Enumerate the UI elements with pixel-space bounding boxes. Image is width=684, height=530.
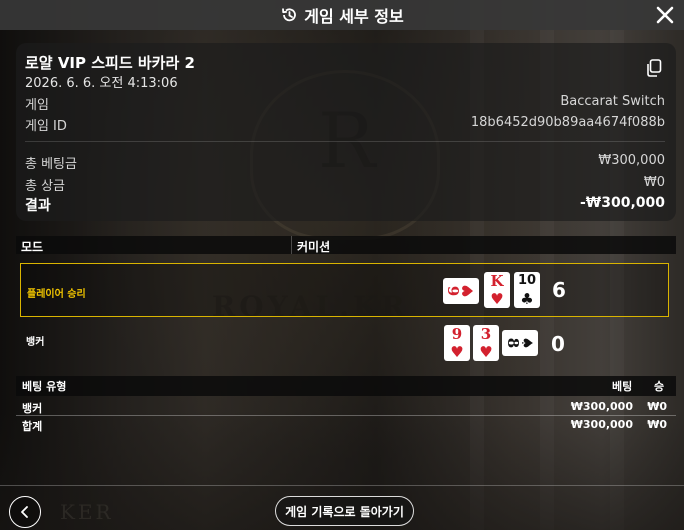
- total-win-value: ₩0: [643, 175, 665, 190]
- banker-hand-label: 뱅커: [26, 337, 45, 348]
- banker-score: 0: [551, 332, 565, 356]
- bets-table-header: 베팅 유형 베팅 승: [16, 376, 676, 396]
- bet-amount: ₩300,000: [570, 418, 633, 431]
- bet-amount-header: 베팅: [612, 380, 633, 393]
- game-id-row: 게임 ID 18b6452d90b89aa4674f088b: [25, 115, 665, 134]
- game-datetime: 2026. 6. 6. 오전 4:13:06: [25, 76, 178, 91]
- result-row: 결과 -₩300,000: [25, 195, 665, 215]
- game-info-card: 로얄 VIP 스피드 바카라 2 2026. 6. 6. 오전 4:13:06 …: [16, 43, 676, 221]
- win-amount-header: 승: [654, 380, 665, 393]
- total-win-row: 총 상금 ₩0: [25, 175, 665, 194]
- bet-type: 뱅커: [22, 402, 43, 415]
- modal-header: 게임 세부 정보: [0, 0, 684, 30]
- mode-commission-header: 모드 커미션: [16, 236, 676, 254]
- playing-card: 10 ♣: [514, 272, 540, 308]
- commission-label: 커미션: [297, 240, 331, 254]
- bet-type: 합계: [22, 420, 43, 433]
- close-button[interactable]: [654, 4, 676, 26]
- win-amount: ₩0: [647, 418, 667, 431]
- mode-label: 모드: [16, 236, 292, 254]
- history-icon: [282, 8, 297, 22]
- playing-card: 8 ♠: [502, 330, 538, 356]
- playing-card: K ♥: [484, 272, 510, 308]
- total-win-label: 총 상금: [25, 179, 66, 194]
- player-hand-row: 플레이어 승리 6 ♥ K ♥ 10 ♣ 6: [20, 263, 669, 317]
- game-label: 게임: [25, 98, 49, 113]
- player-score: 6: [552, 278, 566, 302]
- win-amount: ₩0: [647, 400, 667, 413]
- banker-hand-row: 뱅커 9 ♥ 3 ♥ 8 ♠ 0: [20, 318, 669, 372]
- close-icon: [656, 6, 674, 24]
- table-row: 합계 ₩300,000 ₩0: [16, 418, 676, 434]
- card-suit: ♥: [490, 290, 504, 308]
- player-hand-label: 플레이어 승리: [27, 289, 86, 300]
- playing-card: 6 ♥: [443, 278, 479, 304]
- total-bet-value: ₩300,000: [598, 153, 665, 168]
- result-label: 결과: [25, 198, 51, 214]
- bet-type-header: 베팅 유형: [22, 380, 67, 393]
- total-bet-row: 총 베팅금 ₩300,000: [25, 153, 665, 172]
- bet-amount: ₩300,000: [570, 400, 633, 413]
- card-rank: 10: [517, 273, 537, 288]
- playing-card: 3 ♥: [473, 325, 499, 361]
- card-suit: ♥: [479, 343, 493, 361]
- game-row: 게임 Baccarat Switch: [25, 94, 665, 113]
- back-button[interactable]: [9, 496, 41, 528]
- page-title: 게임 세부 정보: [304, 7, 404, 26]
- info-divider: [25, 141, 665, 142]
- game-name: 로얄 VIP 스피드 바카라 2: [25, 54, 195, 72]
- card-suit: ♥: [450, 343, 464, 361]
- result-value: -₩300,000: [579, 195, 665, 211]
- card-suit: ♥: [459, 284, 477, 298]
- card-rank: 9: [451, 325, 463, 343]
- total-bet-label: 총 베팅금: [25, 157, 77, 172]
- chevron-left-icon: [21, 506, 28, 518]
- header-title-group: 게임 세부 정보: [280, 3, 404, 27]
- game-value: Baccarat Switch: [560, 94, 665, 109]
- table-row: 뱅커 ₩300,000 ₩0: [16, 400, 676, 416]
- game-id-value[interactable]: 18b6452d90b89aa4674f088b: [471, 115, 665, 134]
- card-rank: K: [490, 272, 504, 290]
- datetime-row: 2026. 6. 6. 오전 4:13:06: [25, 72, 665, 91]
- game-id-label: 게임 ID: [25, 119, 67, 134]
- playing-card: 9 ♥: [444, 325, 470, 361]
- card-suit: ♠: [518, 336, 536, 350]
- card-rank: 3: [480, 325, 492, 343]
- back-to-history-button[interactable]: 게임 기록으로 돌아가기: [275, 496, 414, 526]
- footer-divider: [0, 485, 684, 486]
- card-suit: ♣: [520, 290, 534, 308]
